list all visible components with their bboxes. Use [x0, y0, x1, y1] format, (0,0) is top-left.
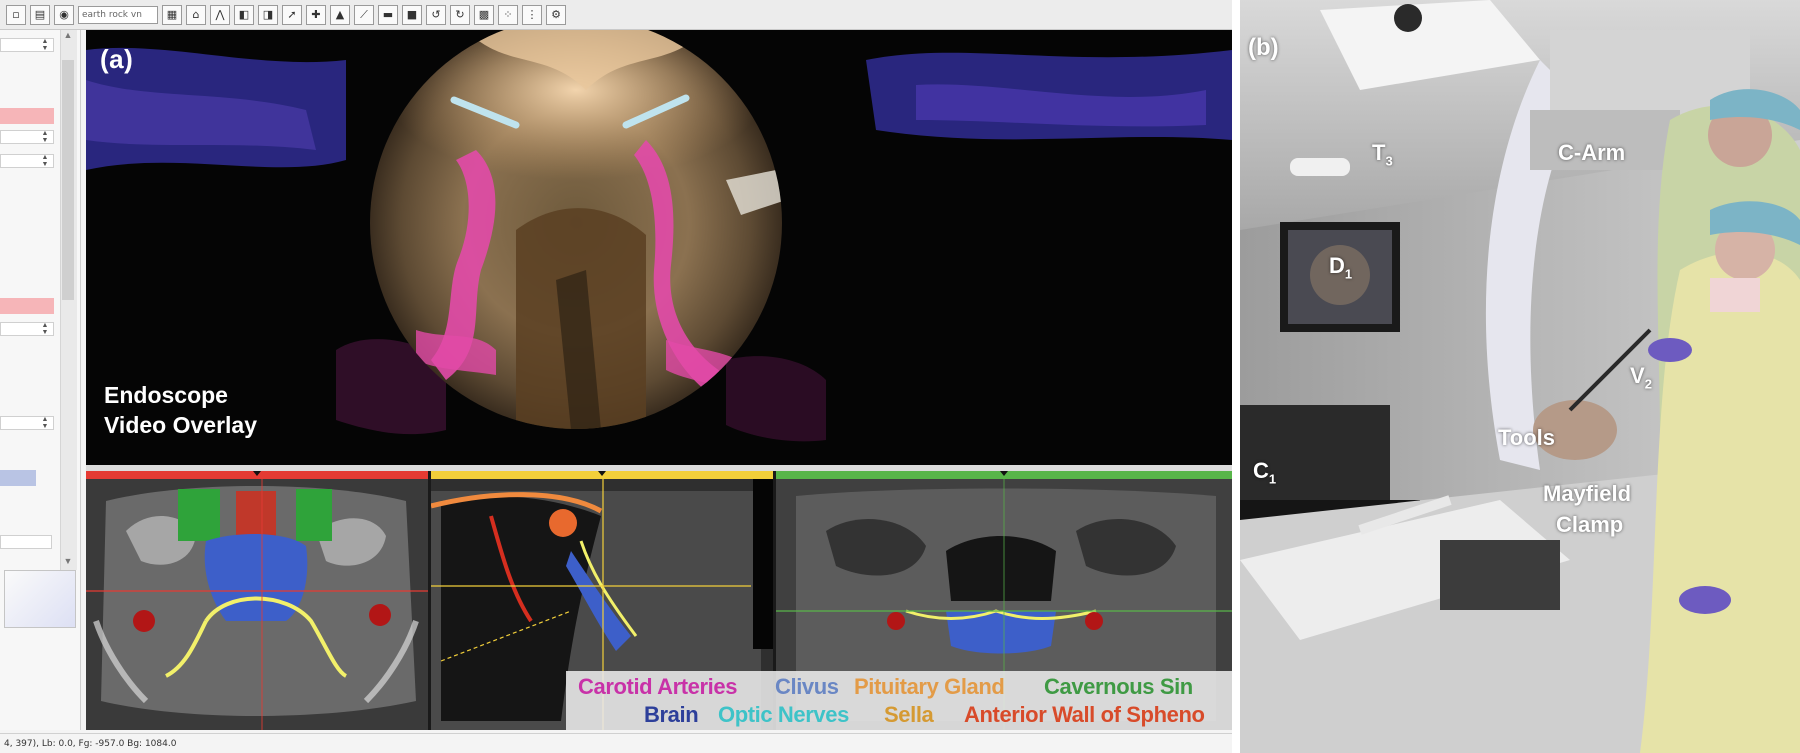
axial-slice-image	[86, 479, 428, 730]
legend-item-anterior-wall-sphenoid: Anterior Wall of Spheno	[964, 702, 1205, 727]
camera-icon[interactable]: ■	[402, 4, 422, 25]
panel-b-label: (b)	[1248, 34, 1279, 61]
d1-text: D	[1329, 253, 1345, 278]
c1-text: C	[1253, 458, 1269, 483]
scroll-down-icon[interactable]: ▼	[60, 556, 76, 570]
v2-subscript: 2	[1644, 376, 1652, 392]
legend-item-clivus: Clivus	[775, 674, 839, 699]
video-overlay-caption: Endoscope Video Overlay	[104, 380, 257, 440]
c1-subscript: 1	[1268, 471, 1277, 487]
endoscope-render	[86, 30, 1232, 442]
legend-item-optic-nerves: Optic Nerves	[718, 702, 849, 727]
legend-row-1: Carotid Arteries Clivus Pituitary Gland …	[566, 674, 1232, 702]
c1-label: C1	[1253, 458, 1276, 486]
color-swatch-red[interactable]	[0, 298, 54, 314]
v2-label: V2	[1630, 363, 1652, 391]
legend-item-carotid-arteries: Carotid Arteries	[578, 674, 738, 699]
slice-views: Carotid Arteries Clivus Pituitary Gland …	[86, 471, 1232, 730]
settings-icon[interactable]: ⚙	[546, 4, 566, 25]
t3-subscript: 3	[1385, 153, 1393, 169]
property-sidebar: ▲ ▼ ▲ ▼ ▲ ▼ ▲ ▼ ▲ ▼ ▲ ▼	[0, 30, 81, 730]
tool-icon[interactable]: ✚	[306, 4, 326, 25]
toolbar-search-input[interactable]	[78, 5, 158, 24]
mayfield-label-line2: Clamp	[1556, 512, 1624, 537]
preview-box	[4, 570, 76, 628]
save-icon[interactable]: ⌂	[186, 4, 206, 25]
spin-arrows-icon[interactable]: ▲ ▼	[40, 154, 50, 168]
arrow-icon[interactable]: ➚	[282, 4, 302, 25]
d1-subscript: 1	[1344, 266, 1353, 282]
legend-row-2: Brain Optic Nerves Sella Anterior Wall o…	[566, 702, 1232, 730]
structure-legend: Carotid Arteries Clivus Pituitary Gland …	[566, 671, 1232, 730]
color-swatch-blue[interactable]	[0, 470, 36, 486]
window-icon[interactable]: ▤	[30, 4, 50, 25]
points-icon[interactable]: ⁘	[498, 4, 518, 25]
measure-icon[interactable]: ▬	[378, 4, 398, 25]
view-menu-icon[interactable]	[1000, 471, 1008, 476]
legend-item-sella: Sella	[884, 702, 934, 727]
property-field[interactable]	[0, 535, 52, 549]
v2-text: V	[1630, 363, 1645, 388]
operating-room-photo: (b) T3 C-Arm D1 V2 Tools C1 Mayfield Cla…	[1240, 0, 1800, 753]
status-bar: 4, 397), Lb: 0.0, Fg: -957.0 Bg: 1084.0	[0, 733, 1232, 753]
spin-arrows-icon[interactable]: ▲ ▼	[40, 322, 50, 336]
software-panel: ▫ ▤ ◉ ▦ ⌂ ⋀ ◧ ◨ ➚ ✚ ▲ ⟋ ▬ ■ ↺ ↻ ▩ ⁘ ⋮ ⚙ …	[0, 0, 1232, 753]
sagittal-view-bar[interactable]	[431, 471, 773, 479]
contour-icon[interactable]: ◨	[258, 4, 278, 25]
c-arm-label: C-Arm	[1558, 140, 1626, 165]
t3-label: T3	[1372, 140, 1393, 168]
d1-label: D1	[1329, 253, 1352, 281]
screenshot-icon[interactable]: ▩	[474, 4, 494, 25]
checkbox-icon[interactable]: ▫	[6, 4, 26, 25]
nodes-icon[interactable]: ⋮	[522, 4, 542, 25]
scroll-up-icon[interactable]: ▲	[60, 30, 76, 44]
panel-a-label: (a)	[100, 44, 134, 74]
eye-icon[interactable]: ◉	[54, 4, 74, 25]
legend-item-cavernous-sinus: Cavernous Sin	[1044, 674, 1193, 699]
view-menu-icon[interactable]	[253, 471, 261, 476]
endoscope-video-view[interactable]: (a) Endoscope Video Overlay	[86, 30, 1232, 465]
legend-item-brain: Brain	[644, 702, 699, 727]
legend-item-pituitary-gland: Pituitary Gland	[854, 674, 1005, 699]
spin-arrows-icon[interactable]: ▲ ▼	[40, 38, 50, 52]
redo-icon[interactable]: ↻	[450, 4, 470, 25]
view-icon[interactable]: ⋀	[210, 4, 230, 25]
color-swatch-red[interactable]	[0, 108, 54, 124]
caption-line-1: Endoscope	[104, 382, 228, 408]
axial-view[interactable]	[86, 471, 428, 730]
tools-label: Tools	[1498, 425, 1556, 450]
cube-icon[interactable]: ▲	[330, 4, 350, 25]
toolbar: ▫ ▤ ◉ ▦ ⌂ ⋀ ◧ ◨ ➚ ✚ ▲ ⟋ ▬ ■ ↺ ↻ ▩ ⁘ ⋮ ⚙	[0, 0, 1232, 30]
scrollbar-thumb[interactable]	[62, 60, 74, 300]
spin-arrows-icon[interactable]: ▲ ▼	[40, 416, 50, 430]
view-menu-icon[interactable]	[598, 471, 606, 476]
caption-line-2: Video Overlay	[104, 412, 257, 438]
map-icon[interactable]: ◧	[234, 4, 254, 25]
spin-arrows-icon[interactable]: ▲ ▼	[40, 130, 50, 144]
coronal-view-bar[interactable]	[776, 471, 1232, 479]
new-icon[interactable]: ▦	[162, 4, 182, 25]
mesh-icon[interactable]: ⟋	[354, 4, 374, 25]
axial-view-bar[interactable]	[86, 471, 428, 479]
undo-icon[interactable]: ↺	[426, 4, 446, 25]
mayfield-label-line1: Mayfield	[1543, 481, 1632, 506]
or-photo-render	[1240, 0, 1800, 753]
t3-text: T	[1372, 140, 1386, 165]
